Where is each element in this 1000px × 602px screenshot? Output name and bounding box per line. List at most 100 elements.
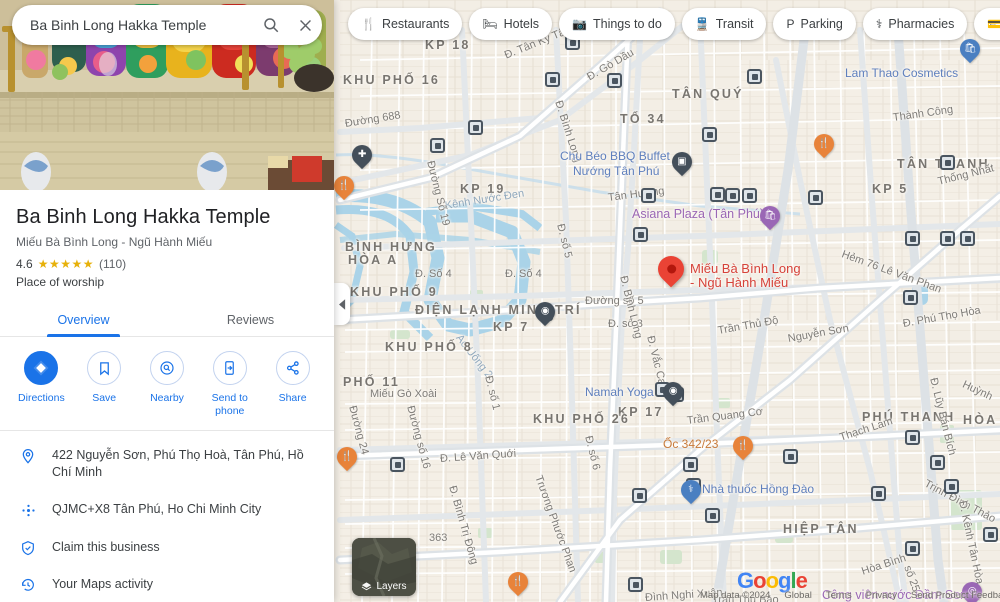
category-chip-label: Restaurants [381,17,450,31]
info-row-text: Your Maps activity [52,577,153,591]
poi-pin-body: ◉ [658,377,688,407]
transit-station-icon[interactable] [632,488,647,503]
tab-reviews[interactable]: Reviews [167,303,334,336]
restaurant-pin[interactable]: 🍴 [809,129,839,159]
hotels-icon: 🛏 [482,17,498,31]
info-row-shield-check[interactable]: Claim this business [0,529,334,566]
transit-station-icon[interactable] [940,231,955,246]
info-row-plus-code[interactable]: QJMC+X8 Tân Phú, Ho Chi Minh City [0,491,334,529]
restaurant-pin[interactable]: 🍴 [728,431,758,461]
footer-link[interactable]: Send Product Feedback [911,590,1000,601]
footer-link[interactable]: Global [784,590,811,601]
transit-station-icon[interactable] [742,188,757,203]
action-button-label: Save [92,392,117,404]
info-row-location-pin[interactable]: 422 Nguyễn Sơn, Phú Thọ Hoà, Tân Phú, Hồ… [0,437,334,491]
layers-button[interactable]: Layers [352,538,416,596]
poi-pin-body: ◉ [530,297,560,327]
nearby-button[interactable]: Nearby [136,351,199,418]
transit-station-icon[interactable] [705,508,720,523]
shopping-pin[interactable]: 🛍 [755,201,785,231]
poi-pin-body: ▣ [667,147,697,177]
transit-station-icon[interactable] [702,127,717,142]
category-chip-things-to-do[interactable]: 📷 Things to do [559,8,675,40]
store-pin[interactable]: ▣ [667,147,697,177]
send-to-phone-button[interactable]: Send to phone [198,351,261,418]
transit-station-icon[interactable] [725,188,740,203]
transit-station-icon[interactable] [944,479,959,494]
category-chip-hotels[interactable]: 🛏 Hotels [469,8,553,40]
directions-button[interactable]: Directions [10,351,73,418]
poi-pin-body: 🍴 [728,431,758,461]
category-chip-pharmacies[interactable]: ⚕ Pharmacies [862,8,968,40]
restaurant-pin[interactable]: 🍴 [329,171,359,201]
transit-station-icon[interactable] [983,527,998,542]
tab-overview[interactable]: Overview [0,303,167,337]
review-count[interactable]: (110) [99,257,126,271]
transit-station-icon[interactable] [641,188,656,203]
transit-station-icon[interactable] [607,73,622,88]
transit-station-icon[interactable] [390,457,405,472]
place-title: Ba Binh Long Hakka Temple [16,206,271,228]
pharmacy-pin[interactable]: ⚕ [676,475,706,505]
close-icon[interactable] [288,17,322,34]
poi-pin-glyph: 🛍 [963,43,977,55]
rating-row[interactable]: 4.6 ★★★★★ (110) [0,249,334,271]
restaurant-pin[interactable]: 🍴 [332,442,362,472]
transit-station-icon[interactable] [783,449,798,464]
poi-pin-glyph: 🛍 [763,210,777,222]
place-pin[interactable]: ◉ [658,377,688,407]
place-category: Place of worship [16,275,105,289]
restaurant-pin[interactable]: 🍴 [503,567,533,597]
place-info-section: Ba Binh Long Hakka Temple Miếu Bà Bình L… [0,190,334,602]
footer-link[interactable]: Terms [826,590,852,601]
category-chip-atms[interactable]: 💳ATMs [974,8,1000,40]
place-subtitle: Miếu Bà Bình Long - Ngũ Hành Miếu [16,235,213,249]
category-chip-label: Pharmacies [888,17,955,31]
transit-station-icon[interactable] [683,457,698,472]
transit-station-icon[interactable] [960,231,975,246]
footer-link[interactable]: Privacy [866,590,897,601]
poi-pin-glyph: 🍴 [337,180,351,192]
transit-station-icon[interactable] [940,155,955,170]
save-button[interactable]: Save [73,351,136,418]
shopping-pin[interactable]: 🛍 [955,34,985,64]
transit-station-icon[interactable] [633,227,648,242]
transit-station-icon[interactable] [808,190,823,205]
action-button-label: Send to phone [211,392,248,417]
transit-station-icon[interactable] [905,231,920,246]
bookmark-icon [87,351,122,385]
transit-station-icon[interactable] [903,290,918,305]
search-icon[interactable] [254,16,288,34]
transit-station-icon[interactable] [905,541,920,556]
transit-station-icon[interactable] [628,577,643,592]
layers-label: Layers [376,581,407,592]
category-chip-parking[interactable]: P Parking [773,8,856,40]
category-chip-transit[interactable]: 🚆 Transit [681,8,767,40]
selected-place-marker[interactable] [652,250,690,290]
transit-station-icon[interactable] [747,69,762,84]
hospital-pin[interactable]: ✚ [347,140,377,170]
transit-station-icon[interactable] [468,120,483,135]
share-icon [275,351,310,385]
shield-check-icon [18,539,38,556]
search-bar[interactable] [12,5,322,45]
info-row-text: 422 Nguyễn Sơn, Phú Thọ Hoà, Tân Phú, Hồ… [52,448,304,479]
info-row-history-clock[interactable]: Your Maps activity [0,566,334,602]
chevron-left-icon [338,298,345,310]
poi-pin-body: ⚕ [676,475,706,505]
action-button-label: Share [278,392,307,404]
share-button[interactable]: Share [261,351,324,418]
collapse-panel-button[interactable] [334,283,350,325]
location-pin-icon [18,447,38,464]
transit-station-icon[interactable] [871,486,886,501]
search-input[interactable] [12,17,254,33]
poi-pin-body: 🍴 [809,129,839,159]
category-chip-restaurants[interactable]: 🍴 Restaurants [348,8,463,40]
transit-station-icon[interactable] [710,187,725,202]
transit-station-icon[interactable] [905,430,920,445]
transit-station-icon[interactable] [930,455,945,470]
place-pin[interactable]: ◉ [530,297,560,327]
action-buttons-row: Directions Save Nearby Send to phone Share [0,337,334,430]
transit-station-icon[interactable] [430,138,445,153]
transit-station-icon[interactable] [545,72,560,87]
